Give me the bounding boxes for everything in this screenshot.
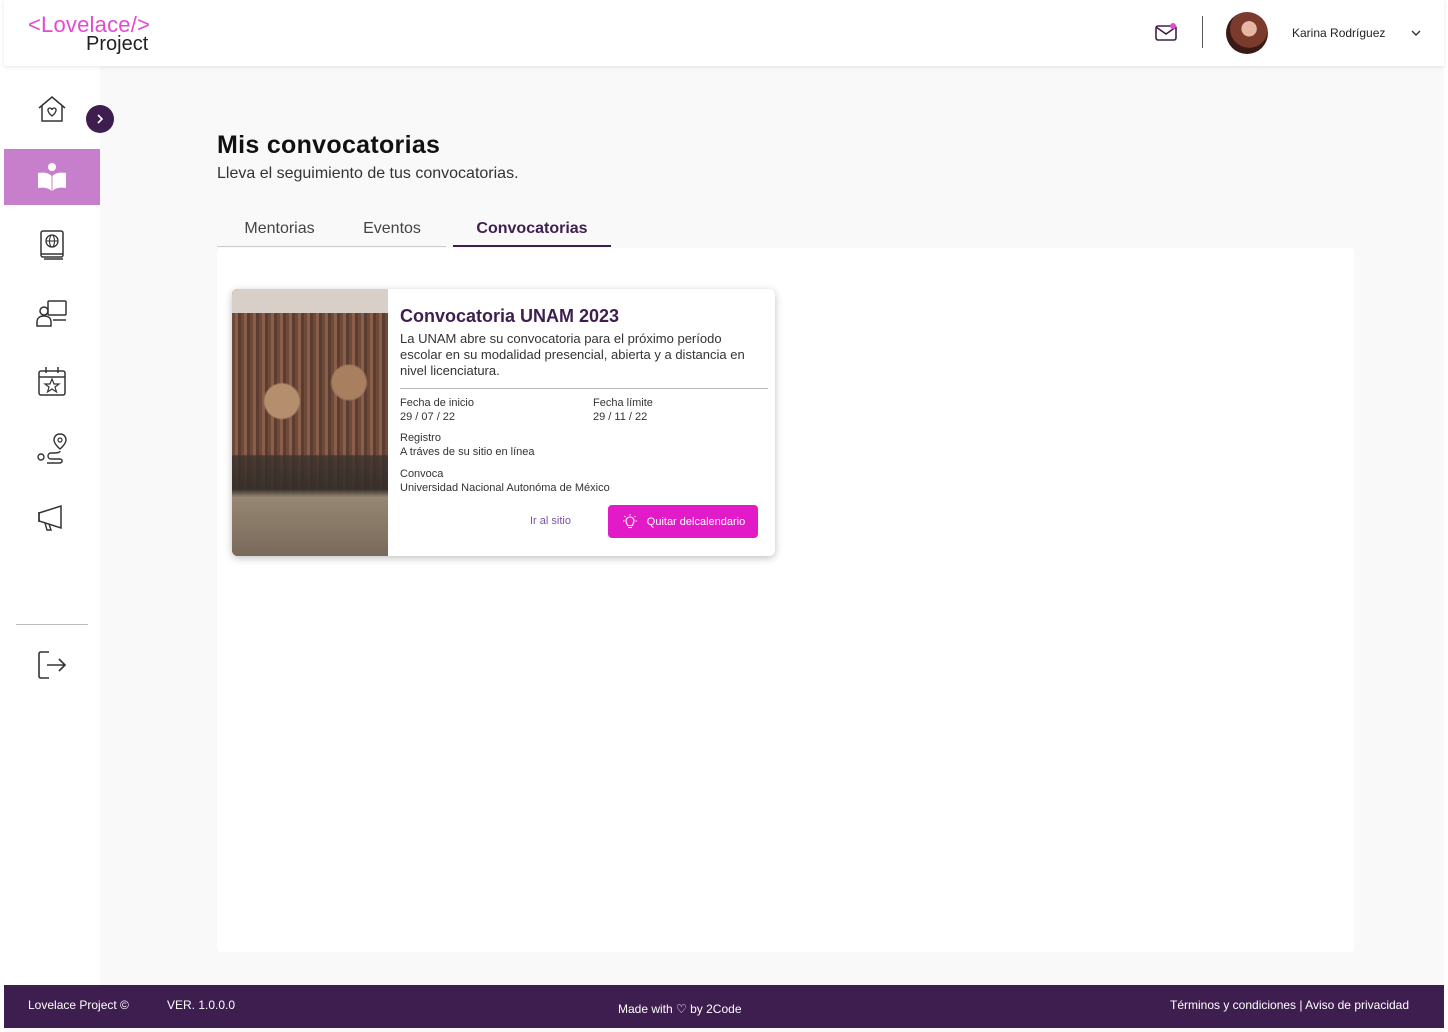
logo-text-bottom: Project — [86, 33, 149, 55]
footer: Lovelace Project © VER. 1.0.0.0 Made wit… — [4, 985, 1444, 1028]
convoca-value: Universidad Nacional Autonóma de México — [400, 482, 610, 494]
tab-convocatorias[interactable]: Convocatorias — [453, 210, 611, 248]
start-date-value: 29 / 07 / 22 — [400, 411, 456, 423]
deadline-label: Fecha límite — [593, 397, 653, 409]
tab-bar: Mentorias Eventos Convocatorias — [217, 210, 611, 248]
remove-from-calendar-button[interactable]: Quitar delcalendario — [608, 505, 758, 538]
logout-icon — [38, 651, 67, 679]
open-book-reader-icon — [38, 163, 66, 191]
sidebar-item-resources[interactable] — [4, 217, 100, 273]
registro-value: A tráves de su sitio en línea — [400, 446, 535, 458]
logo[interactable]: <Lovelace/> Project — [28, 12, 168, 56]
sidebar-divider — [16, 624, 88, 625]
page-title: Mis convocatorias — [217, 131, 441, 159]
card-image-sky — [232, 289, 388, 313]
chevron-right-icon — [97, 114, 104, 124]
card-description: La UNAM abre su convocatoria para el pró… — [400, 331, 745, 378]
footer-made-with: Made with ♡ by 2Code — [618, 1002, 742, 1016]
sidebar-item-eventos[interactable] — [4, 353, 100, 409]
megaphone-icon — [38, 504, 62, 531]
home-heart-icon — [38, 96, 66, 122]
notification-dot — [1170, 23, 1176, 29]
registro-label: Registro — [400, 432, 441, 444]
deadline-value: 29 / 11 / 22 — [593, 411, 648, 423]
sidebar-item-reading[interactable] — [4, 149, 100, 205]
card-image — [232, 289, 388, 556]
convoca-label: Convoca — [400, 468, 444, 480]
sidebar — [4, 66, 100, 985]
sidebar-item-home[interactable] — [4, 81, 100, 137]
header-divider — [1202, 16, 1203, 48]
sidebar-expand-button[interactable] — [86, 105, 114, 133]
mentor-board-icon — [36, 300, 67, 327]
remove-button-label: Quitar delcalendario — [646, 515, 746, 528]
user-name[interactable]: Karina Rodríguez — [1292, 26, 1385, 40]
convocatoria-card: Convocatoria UNAM 2023 La UNAM abre su c… — [232, 289, 775, 556]
card-title: Convocatoria UNAM 2023 — [400, 306, 620, 326]
lightbulb-icon — [622, 513, 637, 528]
start-date-label: Fecha de inicio — [400, 397, 474, 409]
card-divider — [400, 388, 768, 389]
footer-copyright: Lovelace Project © — [28, 998, 129, 1012]
globe-book-icon — [40, 230, 64, 260]
avatar[interactable] — [1226, 12, 1268, 54]
tab-eventos[interactable]: Eventos — [342, 210, 442, 248]
tab-active-indicator — [453, 245, 611, 247]
page-subtitle: Lleva el seguimiento de tus convocatoria… — [217, 165, 519, 182]
chevron-down-icon[interactable] — [1409, 26, 1423, 40]
sidebar-item-ruta[interactable] — [4, 421, 100, 477]
route-pin-icon — [37, 433, 67, 464]
sidebar-item-convocatorias[interactable] — [4, 489, 100, 545]
footer-version: VER. 1.0.0.0 — [167, 998, 236, 1012]
calendar-star-icon — [38, 367, 66, 396]
tab-mentorias[interactable]: Mentorias — [217, 210, 342, 248]
footer-legal-links[interactable]: Términos y condiciones | Aviso de privac… — [1170, 998, 1409, 1012]
go-to-site-link[interactable]: Ir al sitio — [530, 515, 571, 527]
sidebar-item-logout[interactable] — [4, 637, 100, 693]
sidebar-item-mentorias[interactable] — [4, 285, 100, 341]
top-header: <Lovelace/> Project Karina Rodríguez — [4, 0, 1444, 66]
app-frame: <Lovelace/> Project Karina Rodríguez Mis… — [4, 0, 1444, 1032]
